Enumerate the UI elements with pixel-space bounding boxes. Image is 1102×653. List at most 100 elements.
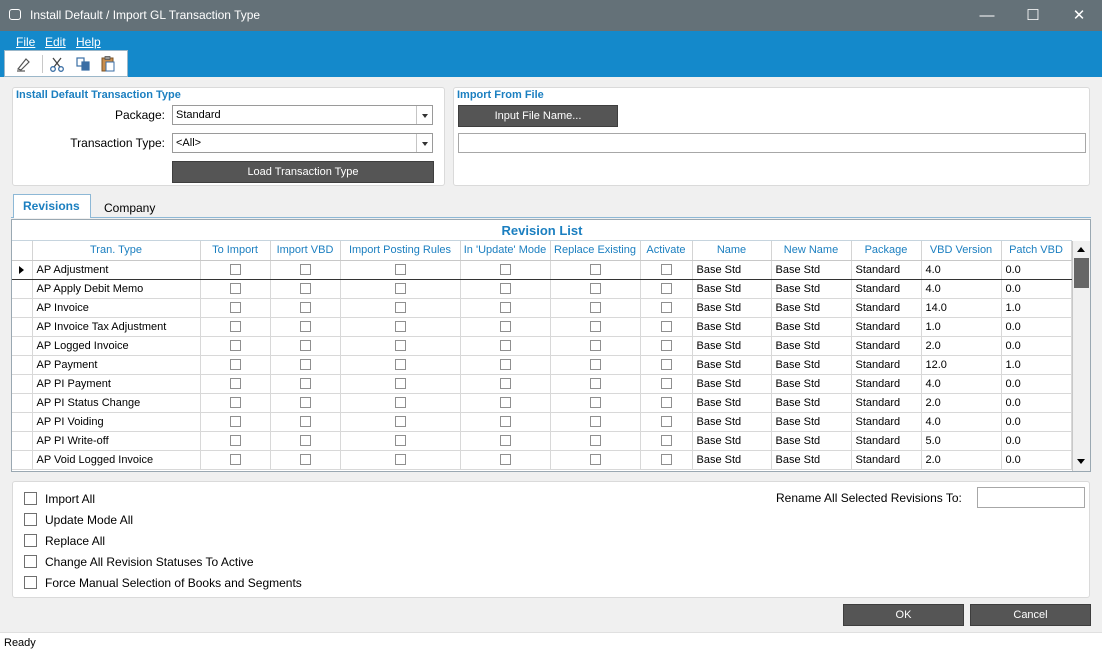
scroll-down-icon[interactable] [1073, 453, 1090, 470]
replace-existing-checkbox[interactable] [589, 416, 601, 428]
replace-all-option[interactable]: Replace All [24, 533, 105, 548]
cell-vbd-version[interactable]: 12.0 [921, 355, 1002, 375]
scroll-up-icon[interactable] [1073, 241, 1090, 258]
col-header-to-import[interactable]: To Import [200, 241, 271, 261]
import-vbd-checkbox[interactable] [299, 359, 311, 371]
cell-vbd-version[interactable]: 2.0 [921, 450, 1002, 470]
update-mode-checkbox[interactable] [499, 264, 511, 276]
update-mode-checkbox[interactable] [499, 359, 511, 371]
cell-patch-vbd[interactable]: 0.0 [1001, 279, 1072, 299]
cell-name[interactable]: Base Std [692, 336, 772, 356]
activate-checkbox[interactable] [660, 302, 672, 314]
cell-new-name[interactable]: Base Std [771, 279, 852, 299]
import-posting-rules-checkbox[interactable] [394, 283, 406, 295]
cell-tran-type[interactable]: AP PI Write-off [32, 431, 201, 451]
cell-new-name[interactable]: Base Std [771, 355, 852, 375]
cell-patch-vbd[interactable]: 0.0 [1001, 412, 1072, 432]
col-header-name[interactable]: Name [692, 241, 772, 261]
cell-vbd-version[interactable]: 2.0 [921, 336, 1002, 356]
import-posting-rules-checkbox[interactable] [394, 454, 406, 466]
cell-tran-type[interactable]: AP PI Voiding [32, 412, 201, 432]
cell-package[interactable]: Standard [851, 279, 922, 299]
input-file-name-button[interactable]: Input File Name... [458, 105, 618, 127]
activate-checkbox[interactable] [660, 435, 672, 447]
cell-tran-type[interactable]: AP Adjustment [32, 259, 201, 280]
cell-package[interactable]: Standard [851, 431, 922, 451]
col-header-import-vbd[interactable]: Import VBD [270, 241, 341, 261]
cell-new-name[interactable]: Base Std [771, 431, 852, 451]
cell-patch-vbd[interactable]: 0.0 [1001, 336, 1072, 356]
cell-vbd-version[interactable]: 1.0 [921, 317, 1002, 337]
col-header-replace-existing[interactable]: Replace Existing [550, 241, 641, 261]
cell-vbd-version[interactable]: 2.0 [921, 393, 1002, 413]
cell-new-name[interactable]: Base Std [771, 298, 852, 318]
cell-package[interactable]: Standard [851, 259, 922, 280]
row-selector[interactable] [12, 393, 33, 413]
table-row[interactable]: AP Logged Invoice Base Std Base Std Standar… [12, 336, 1081, 356]
import-posting-rules-checkbox[interactable] [394, 416, 406, 428]
row-selector[interactable] [12, 259, 33, 280]
cell-tran-type[interactable]: AP Invoice [32, 298, 201, 318]
import-vbd-checkbox[interactable] [299, 378, 311, 390]
import-vbd-checkbox[interactable] [299, 454, 311, 466]
import-vbd-checkbox[interactable] [299, 302, 311, 314]
eraser-icon[interactable] [13, 54, 33, 74]
replace-existing-checkbox[interactable] [589, 378, 601, 390]
cell-name[interactable]: Base Std [692, 412, 772, 432]
file-path-field[interactable] [458, 133, 1086, 153]
cell-patch-vbd[interactable]: 1.0 [1001, 298, 1072, 318]
cell-new-name[interactable]: Base Std [771, 259, 852, 280]
to-import-checkbox[interactable] [229, 397, 241, 409]
update-mode-all-option[interactable]: Update Mode All [24, 512, 133, 527]
cell-patch-vbd[interactable]: 0.0 [1001, 450, 1072, 470]
update-mode-checkbox[interactable] [499, 283, 511, 295]
row-selector[interactable] [12, 355, 33, 375]
load-transaction-type-button[interactable]: Load Transaction Type [172, 161, 434, 183]
cell-package[interactable]: Standard [851, 412, 922, 432]
import-posting-rules-checkbox[interactable] [394, 397, 406, 409]
import-all-checkbox[interactable] [24, 492, 37, 506]
row-selector[interactable] [12, 317, 33, 337]
cell-patch-vbd[interactable]: 0.0 [1001, 317, 1072, 337]
cell-new-name[interactable]: Base Std [771, 450, 852, 470]
import-posting-rules-checkbox[interactable] [394, 264, 406, 276]
cell-tran-type[interactable]: AP Void Logged Invoice [32, 450, 201, 470]
cell-new-name[interactable]: Base Std [771, 412, 852, 432]
import-all-option[interactable]: Import All [24, 491, 95, 506]
update-mode-all-checkbox[interactable] [24, 513, 37, 527]
transaction-type-select[interactable]: <All> [172, 133, 433, 153]
cancel-button[interactable]: Cancel [970, 604, 1091, 626]
import-posting-rules-checkbox[interactable] [394, 378, 406, 390]
menu-file[interactable]: File [16, 35, 35, 49]
replace-existing-checkbox[interactable] [589, 359, 601, 371]
replace-all-checkbox[interactable] [24, 534, 37, 548]
cell-new-name[interactable]: Base Std [771, 317, 852, 337]
close-button[interactable]: ✕ [1056, 0, 1102, 31]
activate-checkbox[interactable] [660, 397, 672, 409]
cell-vbd-version[interactable]: 14.0 [921, 298, 1002, 318]
to-import-checkbox[interactable] [229, 454, 241, 466]
cell-tran-type[interactable]: AP Apply Debit Memo [32, 279, 201, 299]
activate-checkbox[interactable] [660, 359, 672, 371]
to-import-checkbox[interactable] [229, 283, 241, 295]
cell-name[interactable]: Base Std [692, 374, 772, 394]
activate-checkbox[interactable] [660, 378, 672, 390]
row-selector[interactable] [12, 450, 33, 470]
update-mode-checkbox[interactable] [499, 416, 511, 428]
force-manual-selection-checkbox[interactable] [24, 576, 37, 590]
cell-patch-vbd[interactable]: 0.0 [1001, 259, 1072, 280]
import-posting-rules-checkbox[interactable] [394, 302, 406, 314]
to-import-checkbox[interactable] [229, 302, 241, 314]
row-selector[interactable] [12, 279, 33, 299]
row-selector[interactable] [12, 431, 33, 451]
activate-all-checkbox[interactable] [24, 555, 37, 569]
title-bar[interactable]: Install Default / Import GL Transaction … [0, 0, 1102, 31]
replace-existing-checkbox[interactable] [589, 454, 601, 466]
cell-vbd-version[interactable]: 4.0 [921, 374, 1002, 394]
cell-patch-vbd[interactable]: 0.0 [1001, 374, 1072, 394]
update-mode-checkbox[interactable] [499, 397, 511, 409]
update-mode-checkbox[interactable] [499, 435, 511, 447]
cell-name[interactable]: Base Std [692, 317, 772, 337]
import-posting-rules-checkbox[interactable] [394, 359, 406, 371]
cell-package[interactable]: Standard [851, 336, 922, 356]
